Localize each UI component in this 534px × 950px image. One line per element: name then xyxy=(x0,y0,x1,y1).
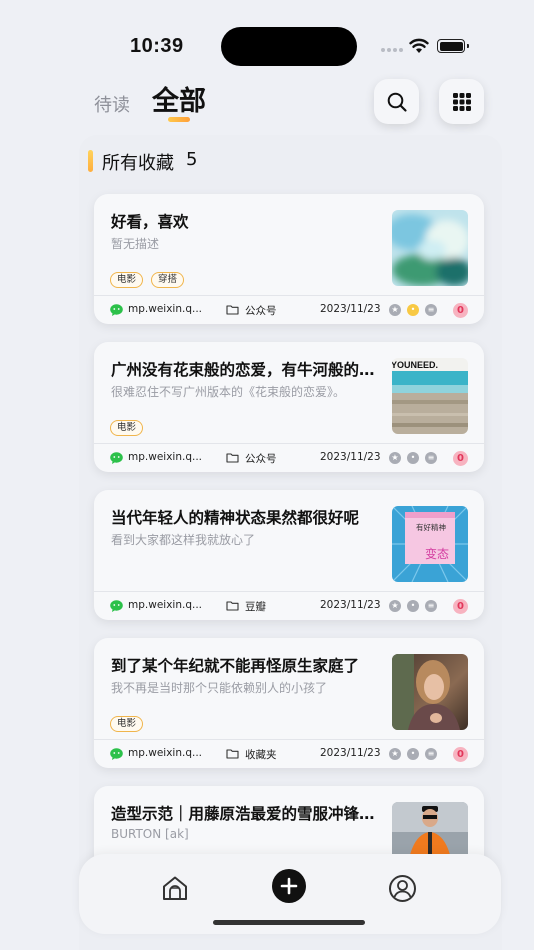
section-count: 5 xyxy=(186,149,198,170)
card-tags: 电影 xyxy=(110,420,144,436)
status-time: 10:39 xyxy=(130,35,184,57)
bookmark-card[interactable]: 广州没有花束般的恋爱，有牛河般的爱情 很难忍住不写广州版本的《花束般的恋爱》。 … xyxy=(94,342,484,472)
star-icon[interactable]: ★ xyxy=(389,452,401,464)
card-footer: mp.weixin.q... 豆瓣 2023/11/23 ★ • ≡ 0 xyxy=(94,592,484,620)
star-icon[interactable]: ★ xyxy=(389,304,401,316)
folder-icon xyxy=(226,749,239,759)
note-icon[interactable]: ≡ xyxy=(425,748,437,760)
emoji-icon[interactable]: • xyxy=(407,452,419,464)
bookmark-card[interactable]: 好看，喜欢 暂无描述 电影 穿搭 mp.weixin.q... 公众号 2023… xyxy=(94,194,484,324)
wechat-icon xyxy=(110,600,123,612)
grid-icon xyxy=(452,92,471,111)
section-accent-bar xyxy=(88,150,93,172)
status-bar: 10:39 xyxy=(0,0,534,90)
bookmark-card[interactable]: 到了某个年纪就不能再怪原生家庭了 我不再是当时那个只能依赖别人的小孩了 电影 m… xyxy=(94,638,484,768)
count-badge: 0 xyxy=(453,747,468,762)
card-folder[interactable]: 公众号 xyxy=(245,303,277,318)
card-date: 2023/11/23 xyxy=(320,747,381,759)
count-badge: 0 xyxy=(453,599,468,614)
section-title: 所有收藏 xyxy=(102,153,174,174)
card-description: 暂无描述 xyxy=(111,237,160,251)
card-footer: mp.weixin.q... 公众号 2023/11/23 ★ • ≡ 0 xyxy=(94,296,484,324)
emoji-icon[interactable]: • xyxy=(407,748,419,760)
tag-chip[interactable]: 电影 xyxy=(110,272,144,288)
note-icon[interactable]: ≡ xyxy=(425,452,437,464)
emoji-icon[interactable]: • xyxy=(407,304,419,316)
star-icon[interactable]: ★ xyxy=(389,748,401,760)
cellular-signal-icon xyxy=(381,48,403,53)
card-folder[interactable]: 公众号 xyxy=(245,451,277,466)
card-thumbnail xyxy=(392,654,468,730)
card-footer: mp.weixin.q... 收藏夹 2023/11/23 ★ • ≡ 0 xyxy=(94,740,484,768)
note-icon[interactable]: ≡ xyxy=(425,600,437,612)
battery-icon xyxy=(437,39,469,53)
card-folder[interactable]: 豆瓣 xyxy=(245,599,266,614)
add-icon xyxy=(280,877,298,895)
card-title: 到了某个年纪就不能再怪原生家庭了 xyxy=(111,657,360,675)
search-button[interactable] xyxy=(374,79,419,124)
card-title: 当代年轻人的精神状态果然都很好呢 xyxy=(111,509,360,527)
card-folder[interactable]: 收藏夹 xyxy=(245,747,277,762)
add-button[interactable] xyxy=(272,869,306,903)
card-date: 2023/11/23 xyxy=(320,599,381,611)
card-source[interactable]: mp.weixin.q... xyxy=(128,303,202,315)
thumbnail-line: 变态 xyxy=(425,546,449,561)
card-description: BURTON [ak] xyxy=(111,827,189,841)
tag-chip[interactable]: 穿搭 xyxy=(151,272,185,288)
card-footer: mp.weixin.q... 公众号 2023/11/23 ★ • ≡ 0 xyxy=(94,444,484,472)
card-title: 好看，喜欢 xyxy=(111,213,189,231)
card-source[interactable]: mp.weixin.q... xyxy=(128,747,202,759)
tag-chip[interactable]: 电影 xyxy=(110,716,144,732)
wechat-icon xyxy=(110,304,123,316)
home-icon[interactable] xyxy=(161,874,189,902)
card-source[interactable]: mp.weixin.q... xyxy=(128,599,202,611)
tab-to-read[interactable]: 待读 xyxy=(94,91,130,117)
star-icon[interactable]: ★ xyxy=(389,600,401,612)
card-description: 我不再是当时那个只能依赖别人的小孩了 xyxy=(111,681,328,695)
card-tags: 电影 穿搭 xyxy=(110,272,185,288)
folder-icon xyxy=(226,601,239,611)
card-description: 很难忍住不写广州版本的《花束般的恋爱》。 xyxy=(111,385,346,399)
note-icon[interactable]: ≡ xyxy=(425,304,437,316)
wechat-icon xyxy=(110,452,123,464)
thumbnail-text: YOUNEED. xyxy=(392,360,438,370)
bookmark-card[interactable]: 当代年轻人的精神状态果然都很好呢 看到大家都这样我就放心了 有好精神 变态 mp… xyxy=(94,490,484,620)
grid-view-button[interactable] xyxy=(439,79,484,124)
dynamic-island xyxy=(221,27,357,66)
folder-icon xyxy=(226,453,239,463)
home-indicator xyxy=(213,920,365,925)
wechat-icon xyxy=(110,748,123,760)
wifi-icon xyxy=(409,38,429,53)
count-badge: 0 xyxy=(453,303,468,318)
card-title: 造型示范｜用藤原浩最爱的雪服冲锋衣穿搭 xyxy=(111,805,376,823)
card-thumbnail: YOUNEED. xyxy=(392,358,468,434)
card-date: 2023/11/23 xyxy=(320,451,381,463)
card-date: 2023/11/23 xyxy=(320,303,381,315)
thumbnail-line: 有好精神 xyxy=(416,522,446,532)
active-tab-indicator xyxy=(168,117,190,122)
emoji-icon[interactable]: • xyxy=(407,600,419,612)
tag-chip[interactable]: 电影 xyxy=(110,420,144,436)
search-icon xyxy=(387,92,407,112)
profile-icon[interactable] xyxy=(388,874,417,903)
card-title: 广州没有花束般的恋爱，有牛河般的爱情 xyxy=(111,361,376,379)
card-description: 看到大家都这样我就放心了 xyxy=(111,533,256,547)
tab-all[interactable]: 全部 xyxy=(152,79,206,118)
card-thumbnail xyxy=(392,210,468,286)
card-source[interactable]: mp.weixin.q... xyxy=(128,451,202,463)
count-badge: 0 xyxy=(453,451,468,466)
card-thumbnail: 有好精神 变态 xyxy=(392,506,468,582)
card-tags: 电影 xyxy=(110,716,144,732)
folder-icon xyxy=(226,305,239,315)
